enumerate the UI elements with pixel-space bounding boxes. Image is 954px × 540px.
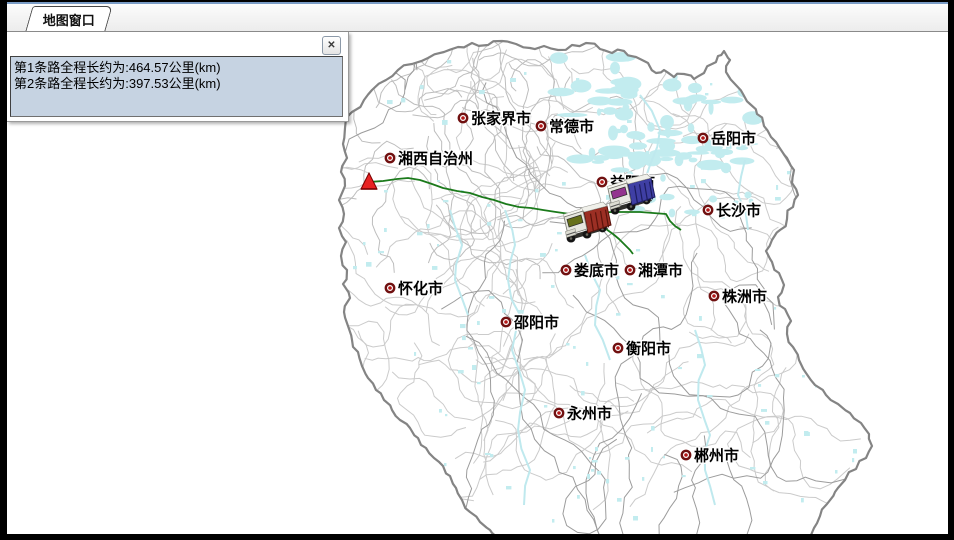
city-marker-dot [706,208,710,212]
city-娄底市[interactable]: 娄底市 [562,262,619,280]
city-label: 郴州市 [694,447,739,465]
city-label: 长沙市 [716,202,761,220]
route-1-length-text: 第1条路全程长约为:464.57公里(km) [14,60,340,76]
tab-map-window-label: 地图窗口 [43,10,95,29]
city-怀化市[interactable]: 怀化市 [386,280,443,298]
city-label: 衡阳市 [626,340,671,358]
tab-bar: 地图窗口 [7,4,948,32]
city-label: 湘西自治州 [398,150,473,168]
city-label: 娄底市 [574,262,619,280]
city-label: 邵阳市 [513,314,559,332]
city-marker-dot [388,286,392,290]
truck-cargo-red-icon[interactable] [563,202,611,243]
tab-map-window[interactable]: 地图窗口 [25,6,112,31]
city-marker-dot [701,136,705,140]
city-株洲市[interactable]: 株洲市 [710,288,767,306]
city-label: 永州市 [566,405,612,423]
route-2-length-text: 第2条路全程长约为:397.53公里(km) [14,76,340,92]
city-label: 常德市 [549,118,594,136]
city-marker-dot [600,180,604,184]
city-marker-dot [616,346,620,350]
city-marker-dot [388,156,392,160]
city-marker-dot [539,124,543,128]
city-marker-dot [628,268,632,272]
city-郴州市[interactable]: 郴州市 [682,447,739,465]
city-张家界市[interactable]: 张家界市 [459,110,531,128]
city-邵阳市[interactable]: 邵阳市 [502,314,559,332]
city-marker-dot [461,116,465,120]
route-info-panel: ✕ 第1条路全程长约为:464.57公里(km) 第2条路全程长约为:397.5… [7,32,349,122]
city-marker-dot [557,411,561,415]
city-湘潭市[interactable]: 湘潭市 [626,262,683,280]
city-衡阳市[interactable]: 衡阳市 [614,340,671,358]
city-marker-dot [712,294,716,298]
city-label: 株洲市 [722,288,767,306]
map-viewport[interactable]: 张家界市常德市岳阳市湘西自治州益阳市长沙市娄底市湘潭市株洲市怀化市邵阳市衡阳市永… [7,32,948,534]
city-长沙市[interactable]: 长沙市 [704,202,761,220]
city-label: 怀化市 [398,280,443,298]
city-湘西自治州[interactable]: 湘西自治州 [386,150,473,168]
city-永州市[interactable]: 永州市 [555,405,612,423]
city-marker-dot [504,320,508,324]
app-window: 地图窗口 张家界市常德市岳阳市湘西自治州益阳市长沙市娄底市湘潭市株洲市怀化市邵阳… [0,0,954,540]
city-marker-dot [564,268,568,272]
city-label: 湘潭市 [638,262,683,280]
close-icon[interactable]: ✕ [322,36,341,55]
city-marker-dot [684,453,688,457]
city-label: 张家界市 [471,110,531,128]
route-info-list: 第1条路全程长约为:464.57公里(km) 第2条路全程长约为:397.53公… [10,56,343,117]
city-label: 岳阳市 [711,130,756,148]
